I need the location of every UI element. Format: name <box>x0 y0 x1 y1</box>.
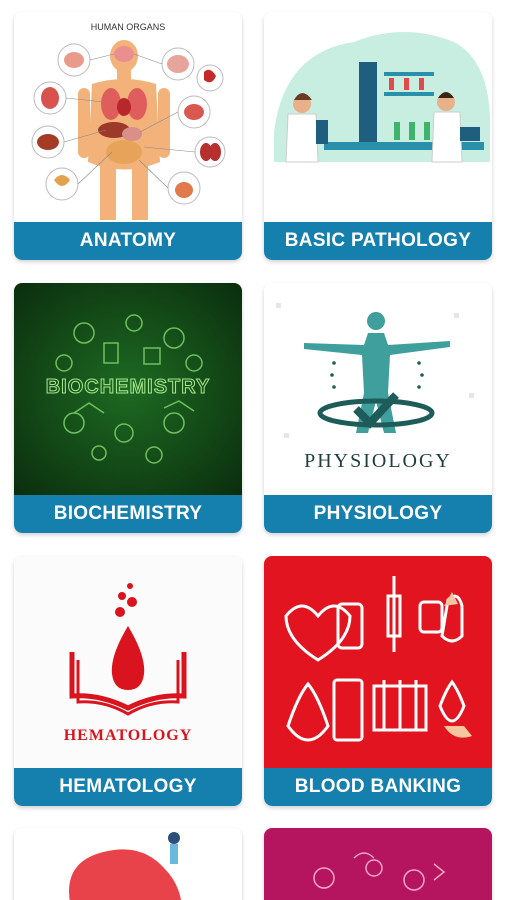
subject-grid: HUMAN ORGANS ANATOMY BASIC PATHOLOGY BIO… <box>0 0 506 900</box>
anatomy-image: HUMAN ORGANS <box>14 12 242 222</box>
card-basic-pathology-label: BASIC PATHOLOGY <box>284 230 472 251</box>
organ-illustration-image <box>14 828 242 900</box>
human-figure-icon: PHYSIOLOGY <box>264 283 492 495</box>
card-anatomy-label: ANATOMY <box>79 230 177 251</box>
card-blood-banking[interactable]: BLOOD BANKING <box>264 556 492 806</box>
pink-card-image <box>264 828 492 900</box>
card-blood-banking-label: BLOOD BANKING <box>294 776 462 797</box>
card-label: BLOOD BANKING <box>264 768 492 806</box>
card-basic-pathology[interactable]: BASIC PATHOLOGY <box>264 12 492 260</box>
card-biochemistry-label: BIOCHEMISTRY <box>53 503 203 524</box>
card-label: BASIC PATHOLOGY <box>264 222 492 260</box>
card-physiology[interactable]: PHYSIOLOGY PHYSIOLOGY <box>264 283 492 533</box>
molecule-icon: BIOCHEMISTRY <box>14 283 242 495</box>
card-partial-right[interactable] <box>264 828 492 900</box>
blood-drop-book-icon: HEMATOLOGY <box>14 556 242 768</box>
hematology-image-title: HEMATOLOGY <box>64 727 193 744</box>
card-label: PHYSIOLOGY <box>264 495 492 533</box>
card-label: ANATOMY <box>14 222 242 260</box>
anatomy-image-title: HUMAN ORGANS <box>91 22 166 32</box>
card-hematology-label: HEMATOLOGY <box>59 776 197 797</box>
card-partial-left[interactable] <box>14 828 242 900</box>
physiology-image-title: PHYSIOLOGY <box>304 450 452 472</box>
blood-bag-icon <box>264 556 492 768</box>
card-anatomy[interactable]: HUMAN ORGANS ANATOMY <box>14 12 242 260</box>
card-biochemistry[interactable]: BIOCHEMISTRY BIOCHEMISTRY <box>14 283 242 533</box>
biochem-image-title: BIOCHEMISTRY <box>46 376 211 398</box>
card-physiology-label: PHYSIOLOGY <box>313 503 443 524</box>
card-label: HEMATOLOGY <box>14 768 242 806</box>
card-label: BIOCHEMISTRY <box>14 495 242 533</box>
card-hematology[interactable]: HEMATOLOGY HEMATOLOGY <box>14 556 242 806</box>
lab-scientists-icon <box>264 12 492 222</box>
